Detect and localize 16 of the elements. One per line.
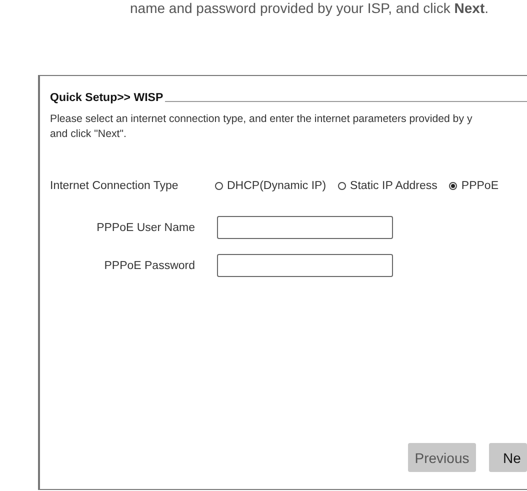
radio-button[interactable] [449,182,458,190]
instruction-text: name and password provided by your ISP, and click Next. [130,0,490,17]
radio-button[interactable] [215,182,223,190]
field-label: PPPoE Password [103,260,195,272]
connection-type-label: Internet Connection Type [50,180,180,192]
input-field[interactable] [217,216,393,239]
radio-label: PPPoE [461,180,498,192]
field-label: PPPoE User Name [96,222,195,234]
panel-title: Quick Setup>> WISP [50,92,164,104]
radio-label: DHCP(Dynamic IP) [227,180,326,192]
input-field[interactable] [217,254,393,277]
radio-button[interactable] [338,182,346,190]
radio-label: Static IP Address [350,180,438,192]
previous-button[interactable]: Previous [408,443,476,472]
next-button[interactable]: Ne [489,443,527,472]
description-text: Please select an internet connection type, and enter the internet parameters provided by y and click "Next". [50,112,474,142]
